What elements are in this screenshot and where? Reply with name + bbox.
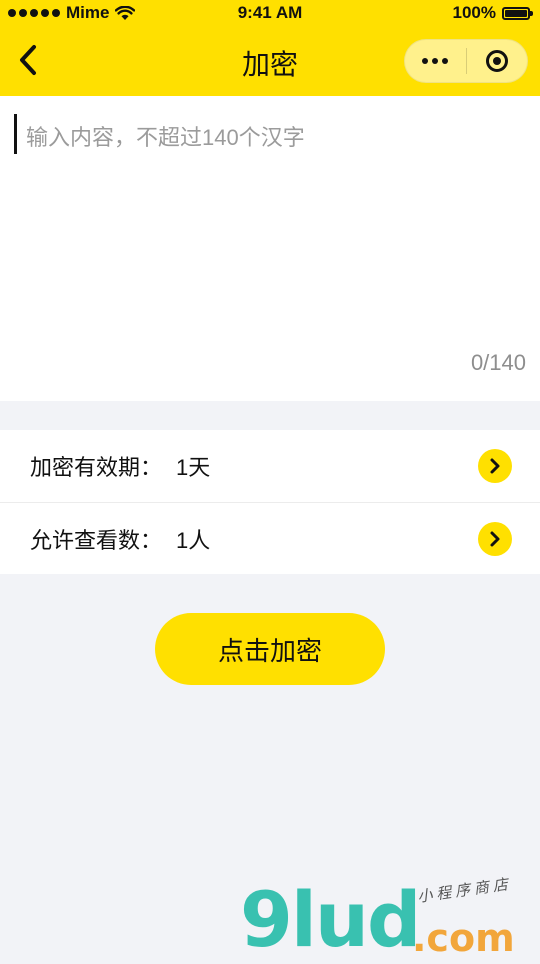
encrypt-button[interactable]: 点击加密 bbox=[155, 613, 385, 685]
close-capsule-button[interactable] bbox=[466, 39, 527, 83]
option-list: 加密有效期： 1天 允许查看数： 1人 bbox=[0, 430, 540, 574]
chevron-right-icon bbox=[478, 521, 512, 556]
watermark-wordmark: 9lud bbox=[240, 875, 421, 964]
char-counter: 0/140 bbox=[470, 350, 526, 375]
view-limit-option-row[interactable]: 允许查看数： 1人 bbox=[0, 502, 540, 574]
watermark-logo: 9lud 小程序商店 .com bbox=[240, 875, 530, 964]
content-input-panel: 0/140 bbox=[0, 96, 540, 401]
header: Mime 9:41 AM 100% 加密 bbox=[0, 0, 540, 96]
target-circle-icon bbox=[485, 50, 508, 72]
battery-percent: 100% bbox=[452, 3, 496, 22]
more-button[interactable] bbox=[405, 39, 466, 83]
view-limit-label: 允许查看数： bbox=[30, 527, 163, 553]
mini-program-capsule bbox=[404, 39, 528, 83]
text-cursor bbox=[14, 114, 17, 154]
watermark-subtitle: 小程序商店 bbox=[416, 875, 513, 906]
expiry-value: 1天 bbox=[176, 455, 211, 480]
status-bar: Mime 9:41 AM 100% bbox=[0, 0, 540, 26]
expiry-option-row[interactable]: 加密有效期： 1天 bbox=[0, 430, 540, 502]
watermark-domain: .com bbox=[412, 916, 515, 960]
nav-bar: 加密 bbox=[0, 26, 540, 96]
content-textarea[interactable] bbox=[26, 114, 526, 350]
view-limit-value: 1人 bbox=[176, 527, 211, 553]
expiry-label: 加密有效期： bbox=[30, 455, 163, 480]
status-right: 100% bbox=[452, 3, 533, 23]
more-dots-icon bbox=[422, 58, 449, 64]
chevron-right-icon bbox=[478, 449, 512, 483]
battery-icon bbox=[502, 6, 533, 20]
